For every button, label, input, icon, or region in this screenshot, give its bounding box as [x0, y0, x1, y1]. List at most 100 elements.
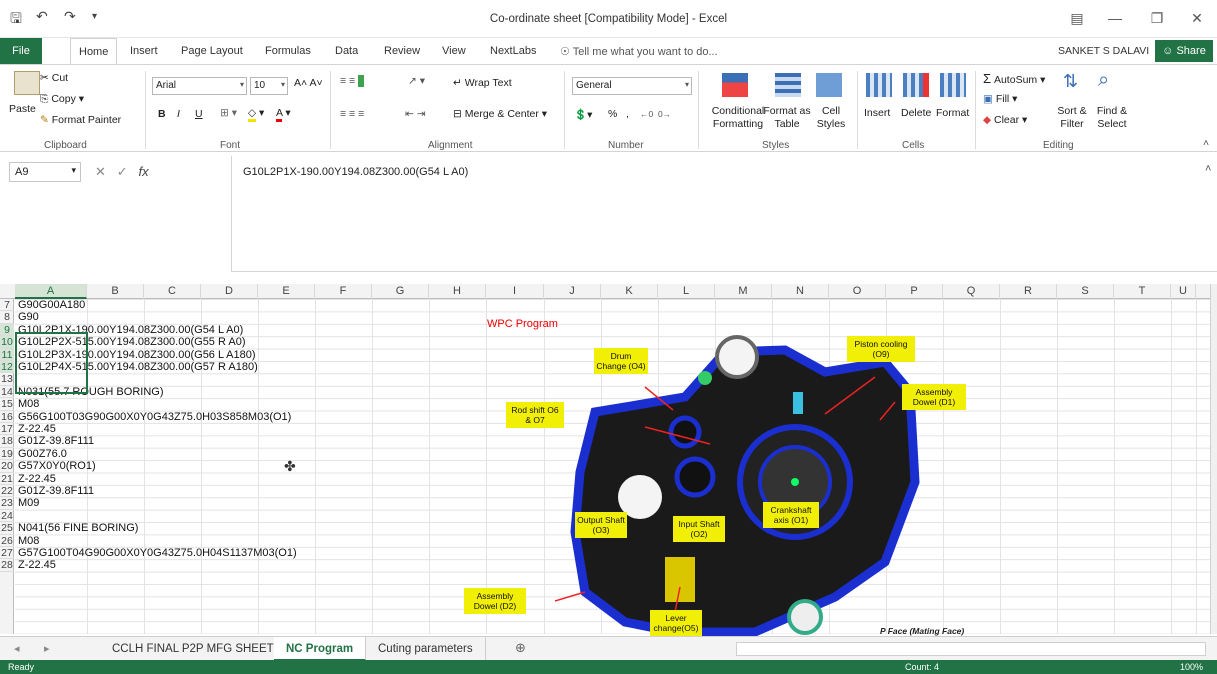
- tab-review[interactable]: Review: [384, 45, 420, 57]
- row-header[interactable]: 14: [0, 386, 14, 399]
- number-format-select[interactable]: General ▾: [572, 77, 692, 95]
- column-header-k[interactable]: K: [601, 284, 658, 299]
- cell-a[interactable]: N041(56 FINE BORING): [18, 522, 138, 534]
- sheet-tab-nc-program[interactable]: NC Program: [274, 637, 367, 661]
- share-button[interactable]: ☺ Share: [1155, 40, 1213, 62]
- row-header[interactable]: 16: [0, 411, 14, 423]
- row-header[interactable]: 23: [0, 497, 14, 510]
- column-header-s[interactable]: S: [1057, 284, 1114, 299]
- delete-button[interactable]: Delete: [901, 107, 931, 119]
- column-header-g[interactable]: G: [372, 284, 429, 299]
- column-header-r[interactable]: R: [1000, 284, 1057, 299]
- column-header-a[interactable]: A: [15, 284, 87, 299]
- column-header-c[interactable]: C: [144, 284, 201, 299]
- row-header[interactable]: 11: [0, 348, 14, 361]
- zoom-level[interactable]: 100%: [1180, 662, 1203, 672]
- tab-page-layout[interactable]: Page Layout: [181, 45, 243, 57]
- enter-icon[interactable]: ✓: [117, 164, 128, 179]
- cell-a[interactable]: G57G100T04G90G00X0Y0G43Z75.0H04S1137M03(…: [18, 547, 297, 559]
- insert-button[interactable]: Insert: [864, 107, 890, 119]
- user-name[interactable]: SANKET S DALAVI: [1058, 45, 1149, 57]
- row-header[interactable]: 24: [0, 510, 14, 523]
- column-header-u[interactable]: U: [1171, 284, 1196, 299]
- row-header[interactable]: 28: [0, 559, 14, 572]
- ribbon-display-icon[interactable]: ▤: [1057, 6, 1097, 30]
- cell-a[interactable]: M09: [18, 497, 39, 509]
- tab-file[interactable]: File: [0, 38, 42, 64]
- column-header-j[interactable]: J: [544, 284, 601, 299]
- find-select-button[interactable]: Find & Select: [1092, 105, 1132, 131]
- collapse-ribbon-icon[interactable]: ˄: [1203, 137, 1209, 149]
- decimal-icons[interactable]: ←0 0→: [640, 109, 671, 119]
- fill-color-icon[interactable]: ◇ ▾: [248, 107, 264, 122]
- cell-a[interactable]: M08: [18, 535, 39, 547]
- column-header-l[interactable]: L: [658, 284, 715, 299]
- cell-a[interactable]: G57X0Y0(RO1): [18, 460, 96, 472]
- sheet-tab-cclh[interactable]: CCLH FINAL P2P MFG SHEET: [100, 637, 287, 661]
- cell-a[interactable]: G90: [18, 311, 39, 323]
- tell-me-box[interactable]: ☉ Tell me what you want to do...: [560, 45, 718, 58]
- tab-data[interactable]: Data: [335, 45, 358, 57]
- column-header-n[interactable]: N: [772, 284, 829, 299]
- percent-button[interactable]: %: [608, 108, 617, 120]
- row-header[interactable]: 8: [0, 311, 14, 324]
- cell-a[interactable]: Z-22.45: [18, 473, 56, 485]
- column-header-t[interactable]: T: [1114, 284, 1171, 299]
- comma-button[interactable]: ,: [626, 108, 629, 120]
- row-header[interactable]: 17: [0, 423, 14, 436]
- tab-home[interactable]: Home: [70, 38, 118, 65]
- cell-styles-button[interactable]: Cell Styles: [812, 105, 850, 131]
- cell-a[interactable]: G00Z76.0: [18, 448, 67, 460]
- column-header-o[interactable]: O: [829, 284, 886, 299]
- increase-font-icon[interactable]: A˄ A˅: [294, 77, 323, 89]
- cancel-icon[interactable]: ✕: [95, 164, 106, 179]
- insert-function-icon[interactable]: fx: [139, 164, 149, 179]
- name-box[interactable]: A9 ▾: [9, 162, 81, 182]
- row-header[interactable]: 20: [0, 460, 14, 473]
- cell-a[interactable]: Z-22.45: [18, 559, 56, 571]
- fill-button[interactable]: ▣ Fill ▾: [983, 93, 1017, 105]
- row-header[interactable]: 22: [0, 485, 14, 498]
- wrap-text-button[interactable]: ↵ Wrap Text: [453, 77, 512, 89]
- row-header[interactable]: 7: [0, 299, 14, 312]
- column-header-i[interactable]: I: [486, 284, 544, 299]
- add-sheet-icon[interactable]: ⊕: [515, 640, 526, 656]
- indent-icon[interactable]: ⇤ ⇥: [405, 108, 426, 120]
- currency-icon[interactable]: 💲▾: [574, 108, 592, 121]
- row-header[interactable]: 26: [0, 535, 14, 547]
- row-header[interactable]: 27: [0, 547, 14, 560]
- row-header[interactable]: 18: [0, 435, 14, 448]
- row-header[interactable]: 10: [0, 336, 14, 349]
- cell-a[interactable]: G56G100T03G90G00X0Y0G43Z75.0H03S858M03(O…: [18, 411, 291, 423]
- cell-a[interactable]: Z-22.45: [18, 423, 56, 435]
- formula-content[interactable]: G10L2P1X-190.00Y194.08Z300.00(G54 L A0): [243, 166, 468, 178]
- collapse-formula-bar-icon[interactable]: ˄: [1205, 163, 1211, 175]
- vertical-scrollbar[interactable]: [1210, 284, 1217, 634]
- orientation-icon[interactable]: ↗ ▾: [408, 75, 425, 87]
- column-header-b[interactable]: B: [87, 284, 144, 299]
- column-header-d[interactable]: D: [201, 284, 258, 299]
- clear-button[interactable]: ◆ Clear ▾: [983, 114, 1027, 126]
- part-drawing[interactable]: [555, 332, 965, 637]
- row-header[interactable]: 21: [0, 473, 14, 485]
- close-button[interactable]: ✕: [1177, 6, 1217, 30]
- row-header[interactable]: 19: [0, 448, 14, 461]
- tab-view[interactable]: View: [442, 45, 466, 57]
- font-color-icon[interactable]: A ▾: [276, 107, 291, 122]
- tab-insert[interactable]: Insert: [130, 45, 158, 57]
- sort-filter-button[interactable]: Sort & Filter: [1050, 105, 1094, 131]
- prev-sheet-icon[interactable]: ◂: [14, 642, 20, 655]
- cell-a[interactable]: M08: [18, 398, 39, 410]
- horizontal-scrollbar[interactable]: [736, 642, 1206, 656]
- row-header[interactable]: 13: [0, 373, 14, 386]
- tab-formulas[interactable]: Formulas: [265, 45, 311, 57]
- column-header-m[interactable]: M: [715, 284, 772, 299]
- row-header[interactable]: 12: [0, 361, 14, 374]
- italic-button[interactable]: I: [177, 108, 180, 120]
- row-header[interactable]: 9: [0, 323, 14, 337]
- column-header-h[interactable]: H: [429, 284, 486, 299]
- font-size-select[interactable]: 10 ▾: [250, 77, 288, 95]
- column-header-q[interactable]: Q: [943, 284, 1000, 299]
- copy-button[interactable]: ⎘ Copy ▾: [40, 93, 84, 106]
- borders-icon[interactable]: ⊞ ▾: [220, 107, 237, 119]
